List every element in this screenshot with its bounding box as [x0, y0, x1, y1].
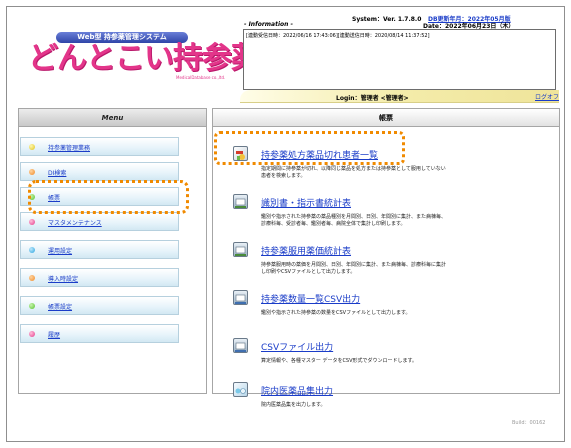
menu-item-report-settings[interactable]: 帳票設定	[20, 296, 179, 315]
blue-dot-icon	[29, 247, 35, 253]
report-description: 算定情報や、各種マスター データをCSV形式でダウンロードします。	[261, 358, 418, 364]
menu-item-label: DI検索	[48, 170, 67, 177]
menu-item-jisanyaku-kanri[interactable]: 持参薬管理業務	[20, 137, 179, 156]
csv-file-icon	[233, 338, 248, 353]
report-description: 指定期間に持参薬が切れ、以降同じ薬品を処方または持参薬として服用していない 患者を…	[261, 166, 446, 179]
report-title-link[interactable]: 持参薬服用薬価統計表	[261, 244, 351, 257]
logout-link[interactable]: ログオフ	[535, 92, 559, 101]
report-description: 鑑別や指示された持参薬の薬品種別を月間別、日別、年間別に集計、また病棟毎、 診療科…	[261, 214, 447, 227]
login-user: Login：管理者 <管理者>	[336, 95, 409, 102]
report-title-link[interactable]: CSVファイル出力	[261, 340, 333, 353]
menu-item-label: 持参薬管理業務	[48, 145, 91, 152]
menu-item-label: 導入時設定	[48, 276, 79, 283]
report-description: 院内医薬品集を出力します。	[261, 402, 326, 408]
quantity-csv-icon	[233, 290, 248, 305]
formulary-icon	[233, 382, 248, 397]
menu-title: Menu	[19, 109, 206, 127]
menu-item-label: 運用設定	[48, 248, 73, 255]
menu-item-install-settings[interactable]: 導入時設定	[20, 268, 179, 287]
yellow-dot-icon	[29, 144, 35, 150]
highlight-first-report	[214, 131, 405, 165]
panel-title: 帳票	[213, 109, 559, 127]
green-dot-icon	[29, 303, 35, 309]
menu-item-di-search[interactable]: DI検索	[20, 162, 179, 181]
report-title-link[interactable]: 持参薬数量一覧CSV出力	[261, 292, 360, 305]
menu-item-history[interactable]: 履歴	[20, 324, 179, 343]
logo-company: MedicalDatabase co.,ltd.	[176, 75, 226, 80]
orange-dot-icon	[29, 275, 35, 281]
menu-item-operation-settings[interactable]: 運用設定	[20, 240, 179, 259]
orange-dot-icon	[29, 169, 35, 175]
app-logo: どんとこい持参薬	[28, 41, 261, 76]
information-label: - Information -	[244, 21, 293, 28]
information-box: [連動受信日時：2022/06/16 17:43:06][連動送信日時：2020…	[243, 29, 556, 90]
menu-item-label: マスタメンテナンス	[48, 220, 102, 227]
build-number: Build：00162	[512, 420, 546, 426]
highlight-reports-menu	[28, 180, 189, 214]
price-report-icon	[233, 242, 248, 257]
information-text: [連動受信日時：2022/06/16 17:43:06][連動送信日時：2020…	[246, 33, 430, 39]
menu-item-master-maintenance[interactable]: マスタメンテナンス	[20, 212, 179, 231]
system-version: System：Ver. 1.7.8.0	[352, 16, 422, 23]
report-title-link[interactable]: 院内医薬品集出力	[261, 384, 333, 397]
menu-item-label: 履歴	[48, 332, 61, 339]
pink-dot-icon	[29, 331, 35, 337]
menu-item-label: 帳票設定	[48, 304, 73, 311]
report-title-link[interactable]: 識別書・指示書統計表	[261, 196, 351, 209]
pink-dot-icon	[29, 219, 35, 225]
report-description: 持参薬服用時の薬価を月間別、日別、年間別に集計、また病棟毎、診療科毎に集計 し印刷…	[261, 262, 447, 275]
report-description: 鑑別や指示された持参薬の数量をCSVファイルとして出力します。	[261, 310, 411, 316]
statistics-report-icon	[233, 194, 248, 209]
